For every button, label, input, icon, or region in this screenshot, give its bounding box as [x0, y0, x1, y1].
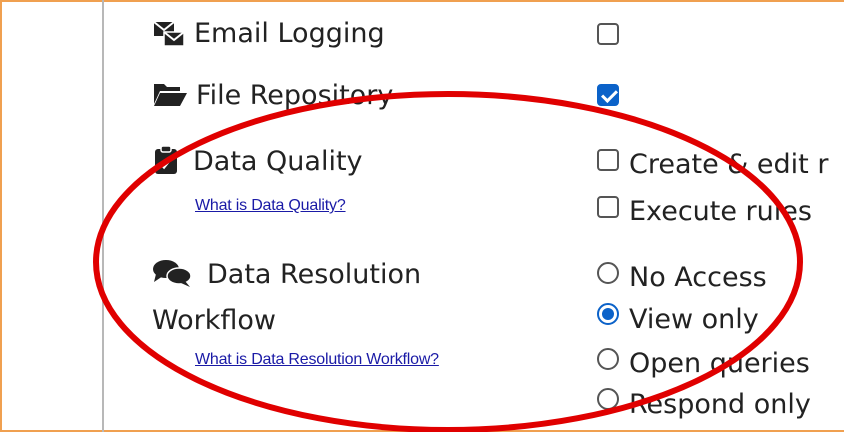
email-envelope-icon: [153, 21, 185, 47]
email-logging-label: Email Logging: [194, 18, 385, 49]
create-edit-rules-label: Create & edit r: [629, 149, 829, 180]
what-is-data-resolution-workflow-link[interactable]: What is Data Resolution Workflow?: [195, 351, 439, 369]
view-only-label: View only: [629, 304, 759, 335]
file-repository-label: File Repository: [196, 80, 394, 111]
open-queries-label: Open queries: [629, 348, 810, 379]
what-is-data-quality-link[interactable]: What is Data Quality?: [195, 197, 346, 215]
data-resolution-label-line1: Data Resolution: [207, 259, 422, 290]
create-edit-rules-checkbox[interactable]: [597, 149, 619, 171]
file-repository-checkbox[interactable]: [597, 84, 619, 106]
data-resolution-label-line2: Workflow: [152, 305, 276, 336]
no-access-label: No Access: [629, 262, 767, 293]
respond-only-radio[interactable]: [597, 388, 619, 410]
execute-rules-checkbox[interactable]: [597, 196, 619, 218]
execute-rules-label: Execute rules: [629, 196, 812, 227]
left-gutter: [0, 0, 104, 432]
open-queries-radio[interactable]: [597, 348, 619, 370]
folder-open-icon: [154, 84, 187, 106]
clipboard-check-icon: [155, 145, 177, 174]
data-quality-label: Data Quality: [193, 146, 363, 177]
view-only-radio[interactable]: [597, 303, 619, 325]
no-access-radio[interactable]: [597, 262, 619, 284]
email-logging-checkbox[interactable]: [597, 23, 619, 45]
respond-only-label: Respond only: [629, 389, 811, 420]
comments-icon: [153, 260, 192, 287]
